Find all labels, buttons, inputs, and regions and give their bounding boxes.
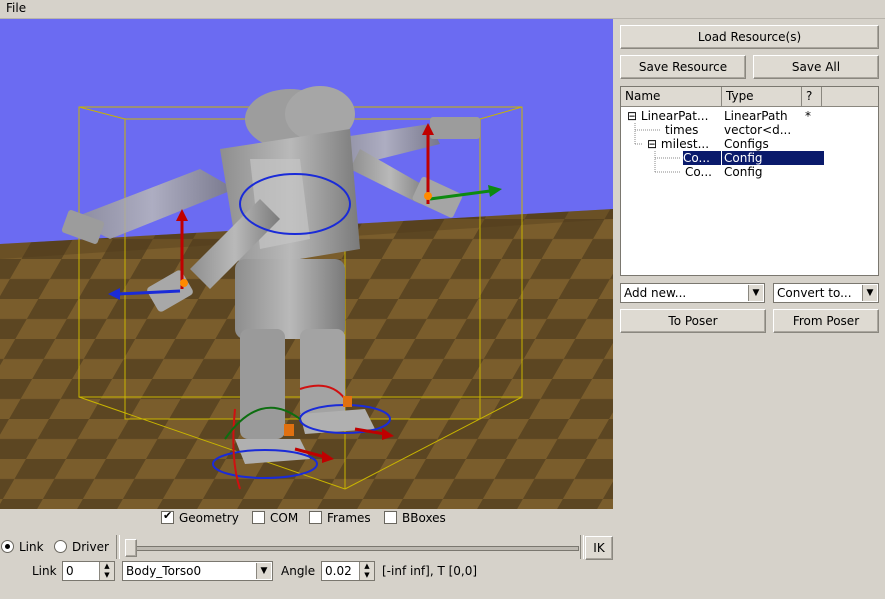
menu-file[interactable]: File <box>6 1 26 15</box>
bboxes-check-icon <box>384 511 397 524</box>
link-name-select[interactable]: Body_Torso0 ▼ <box>122 561 273 581</box>
frames-checkbox[interactable]: Frames <box>309 511 371 525</box>
geometry-check-icon: ✔ <box>161 509 174 524</box>
load-resources-button[interactable]: Load Resource(s) <box>620 25 879 49</box>
geometry-checkbox[interactable]: ✔ Geometry <box>161 509 239 525</box>
com-check-icon <box>252 511 265 524</box>
chevron-down-icon: ▼ <box>748 285 763 301</box>
com-checkbox[interactable]: COM <box>252 511 298 525</box>
to-poser-button[interactable]: To Poser <box>620 309 766 333</box>
convert-to-select[interactable]: Convert to... ▼ <box>773 283 879 303</box>
spin-arrows-icon[interactable]: ▲ ▼ <box>359 562 374 580</box>
chevron-down-icon: ▼ <box>862 285 877 301</box>
scene-render <box>0 19 613 509</box>
resource-tree[interactable]: Name Type ? ⊟ LinearPat... LinearPath * … <box>620 86 879 276</box>
joint-slider-track[interactable] <box>127 546 579 551</box>
link-label: Link <box>32 564 57 578</box>
frames-check-icon <box>309 511 322 524</box>
joint-limits-text: [-inf inf], T [0,0] <box>382 564 478 578</box>
tree-lines <box>634 123 681 173</box>
angle-label: Angle <box>281 564 316 578</box>
from-poser-button[interactable]: From Poser <box>773 309 879 333</box>
chevron-down-icon: ▼ <box>256 563 271 579</box>
mode-link-radio[interactable]: Link <box>1 540 44 554</box>
3d-viewport[interactable] <box>0 19 613 509</box>
mode-driver-radio[interactable]: Driver <box>54 540 109 554</box>
radio-on-icon <box>1 540 14 553</box>
bboxes-checkbox[interactable]: BBoxes <box>384 511 446 525</box>
spin-arrows-icon[interactable]: ▲ ▼ <box>99 562 114 580</box>
ik-button[interactable]: IK <box>585 536 613 560</box>
link-index-spinbox[interactable]: 0 ▲ ▼ <box>62 561 115 581</box>
save-resource-button[interactable]: Save Resource <box>620 55 746 79</box>
tree-header-flag[interactable]: ? <box>802 87 822 107</box>
separator <box>580 535 584 559</box>
radio-off-icon <box>54 540 67 553</box>
menu-bar: File <box>0 0 885 19</box>
tree-row-flag: * <box>805 109 811 123</box>
separator <box>116 535 120 559</box>
angle-spinbox[interactable]: 0.02 ▲ ▼ <box>321 561 375 581</box>
save-all-button[interactable]: Save All <box>753 55 879 79</box>
add-new-select[interactable]: Add new... ▼ <box>620 283 765 303</box>
tree-header-spacer <box>822 87 878 107</box>
joint-slider-handle[interactable] <box>125 539 137 557</box>
